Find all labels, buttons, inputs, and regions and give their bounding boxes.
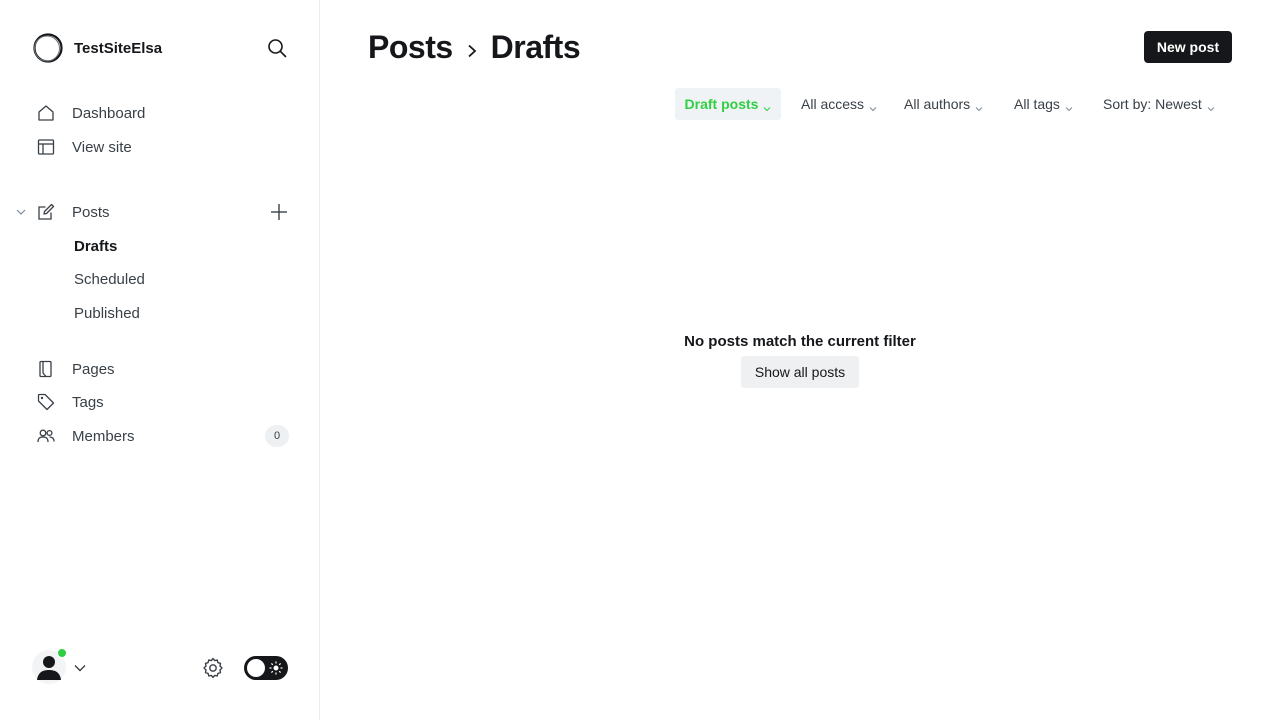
filter-authors-dropdown[interactable]: All authors (904, 88, 983, 120)
filter-sort-dropdown[interactable]: Sort by: Newest (1103, 88, 1215, 120)
layout-icon (36, 137, 56, 157)
toggle-knob (247, 659, 265, 677)
empty-state-message: No posts match the current filter (684, 333, 916, 350)
site-logo-icon[interactable] (32, 32, 64, 64)
nav-members[interactable]: Members (36, 422, 290, 450)
chevron-right-icon (465, 44, 479, 58)
chevron-down-icon (1065, 100, 1073, 112)
online-status-dot (57, 648, 67, 658)
site-header: TestSiteElsa (32, 32, 290, 64)
gear-icon[interactable] (201, 656, 225, 680)
nav-sub-scheduled[interactable]: Scheduled (74, 266, 145, 292)
site-name[interactable]: TestSiteElsa (74, 40, 162, 57)
user-menu[interactable] (32, 648, 86, 684)
add-post-plus-icon[interactable] (268, 201, 290, 223)
nav-sub-drafts[interactable]: Drafts (74, 233, 117, 259)
nav-members-label: Members (72, 427, 135, 445)
filter-sort-label: Sort by: Newest (1103, 96, 1202, 112)
members-count-badge: 0 (265, 425, 289, 447)
members-icon (36, 426, 56, 446)
filter-type-label: Draft posts (684, 96, 759, 112)
edit-icon (36, 202, 56, 222)
nav-tags[interactable]: Tags (36, 388, 290, 416)
nav-posts[interactable]: Posts (36, 198, 256, 226)
tag-icon (36, 392, 56, 412)
dark-mode-toggle[interactable] (244, 656, 288, 680)
new-post-button[interactable]: New post (1144, 31, 1232, 63)
breadcrumb: Posts Drafts (368, 26, 581, 68)
search-icon[interactable] (266, 37, 288, 59)
sun-icon (269, 661, 283, 675)
show-all-posts-button[interactable]: Show all posts (740, 356, 860, 388)
filter-tags-label: All tags (1014, 96, 1060, 112)
nav-view-site[interactable]: View site (36, 133, 290, 161)
chevron-down-icon (74, 661, 86, 673)
breadcrumb-posts-link[interactable]: Posts (368, 29, 453, 66)
nav-posts-label: Posts (72, 203, 110, 221)
nav-pages[interactable]: Pages (36, 355, 290, 383)
chevron-down-icon (763, 100, 771, 112)
nav-pages-label: Pages (72, 360, 115, 378)
chevron-down-icon (975, 100, 983, 112)
chevron-down-icon (1207, 100, 1215, 112)
pages-icon (36, 359, 56, 379)
page-title: Drafts (490, 28, 581, 65)
filter-access-dropdown[interactable]: All access (801, 88, 877, 120)
filter-bar: Draft posts All access All authors All t… (0, 88, 1280, 120)
nav-view-site-label: View site (72, 138, 132, 156)
filter-tags-dropdown[interactable]: All tags (1014, 88, 1073, 120)
chevron-down-icon (869, 100, 877, 112)
empty-state: No posts match the current filter Show a… (600, 330, 1000, 388)
avatar (32, 648, 67, 684)
filter-authors-label: All authors (904, 96, 971, 112)
filter-access-label: All access (801, 96, 865, 112)
nav-sub-published[interactable]: Published (74, 300, 140, 326)
filter-type-dropdown[interactable]: Draft posts (675, 88, 781, 120)
posts-collapse-chevron-icon[interactable] (15, 205, 27, 217)
nav-tags-label: Tags (72, 393, 104, 411)
